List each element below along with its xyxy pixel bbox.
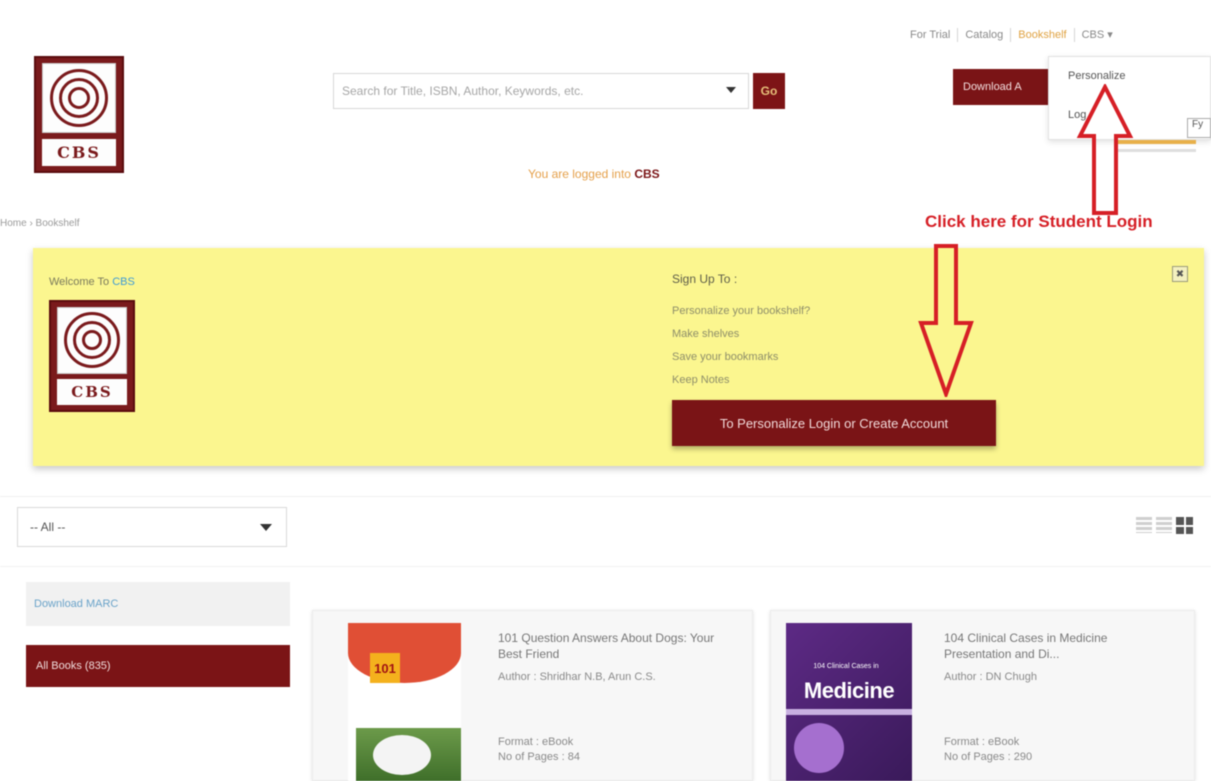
- chevron-down-icon: ▾: [1107, 29, 1113, 41]
- signup-benefits-list: Personalize your bookshelf? Make shelves…: [672, 300, 810, 392]
- logo-wordmark: CBS: [42, 138, 116, 166]
- nav-catalog[interactable]: Catalog: [958, 28, 1012, 42]
- book-format: Format : eBook: [498, 736, 574, 748]
- breadcrumb[interactable]: Home › Bookshelf: [0, 218, 79, 229]
- download-app-button[interactable]: Download A: [953, 69, 1059, 105]
- logged-in-prefix: You are logged into: [528, 167, 631, 181]
- search-placeholder: Search for Title, ISBN, Author, Keywords…: [342, 84, 584, 98]
- chevron-down-icon: [260, 524, 272, 531]
- top-navigation: For Trial Catalog Bookshelf CBS ▾: [903, 28, 1120, 42]
- welcome-title-link[interactable]: CBS: [112, 276, 135, 288]
- logo-emblem: [57, 307, 127, 374]
- cover-subtitle: 104 Clinical Cases in: [813, 663, 879, 670]
- nav-for-trial[interactable]: For Trial: [903, 28, 959, 42]
- user-name: CBS: [1081, 29, 1105, 41]
- close-icon[interactable]: ✖: [1172, 266, 1188, 282]
- book-title[interactable]: 104 Clinical Cases in Medicine Presentat…: [944, 630, 1176, 662]
- book-cover[interactable]: 101: [348, 623, 461, 781]
- book-author: Author : Shridhar N.B, Arun C.S.: [498, 671, 656, 683]
- section-divider: [0, 496, 1211, 497]
- nav-bookshelf[interactable]: Bookshelf: [1011, 28, 1075, 42]
- logo-emblem: [42, 63, 116, 134]
- welcome-panel: [33, 248, 1204, 466]
- book-pages: No of Pages : 290: [944, 751, 1033, 763]
- filter-selected-value: -- All --: [30, 520, 66, 534]
- logged-in-name: CBS: [634, 167, 660, 181]
- annotation-label: Click here for Student Login: [925, 212, 1153, 231]
- book-title[interactable]: 101 Question Answers About Dogs: Your Be…: [498, 630, 738, 662]
- grid-view-icon[interactable]: [1176, 517, 1193, 534]
- search-go-button[interactable]: Go: [753, 73, 785, 109]
- down-arrow-icon: [918, 244, 974, 397]
- book-cover[interactable]: 104 Clinical Cases in Medicine: [786, 623, 912, 781]
- logged-in-message: You are logged into CBS: [528, 167, 660, 181]
- signup-benefit: Save your bookmarks: [672, 351, 779, 363]
- signup-benefit: Make shelves: [672, 328, 740, 340]
- cover-number: 101: [370, 653, 400, 683]
- up-arrow-icon: [1076, 84, 1134, 215]
- detail-view-icon[interactable]: [1156, 517, 1172, 533]
- cover-title: Medicine: [803, 678, 895, 703]
- nav-user-menu[interactable]: CBS ▾: [1075, 28, 1120, 42]
- logo-wordmark: CBS: [57, 379, 127, 405]
- list-view-icon[interactable]: [1136, 517, 1152, 533]
- personalize-login-button[interactable]: To Personalize Login or Create Account: [672, 400, 996, 446]
- signup-benefit: Keep Notes: [672, 374, 730, 386]
- menu-item-personalize[interactable]: Personalize: [1068, 70, 1125, 82]
- section-divider: [0, 566, 1211, 567]
- welcome-logo: CBS: [49, 300, 135, 412]
- feedback-tab[interactable]: Fy: [1187, 118, 1211, 138]
- category-filter-select[interactable]: -- All --: [17, 507, 287, 547]
- search-input[interactable]: Search for Title, ISBN, Author, Keywords…: [333, 73, 749, 109]
- book-pages: No of Pages : 84: [498, 751, 580, 763]
- search-scope-caret-icon[interactable]: [726, 87, 736, 93]
- download-marc-link[interactable]: Download MARC: [26, 582, 290, 626]
- book-author: Author : DN Chugh: [944, 671, 1037, 683]
- cbs-logo[interactable]: CBS: [34, 56, 124, 173]
- sidebar-item-all-books[interactable]: All Books (835): [26, 645, 290, 687]
- welcome-title-prefix: Welcome To: [49, 276, 110, 288]
- book-format: Format : eBook: [944, 736, 1020, 748]
- signup-benefit: Personalize your bookshelf?: [672, 305, 811, 317]
- signup-title: Sign Up To :: [672, 272, 738, 286]
- welcome-title: Welcome To CBS: [49, 276, 135, 288]
